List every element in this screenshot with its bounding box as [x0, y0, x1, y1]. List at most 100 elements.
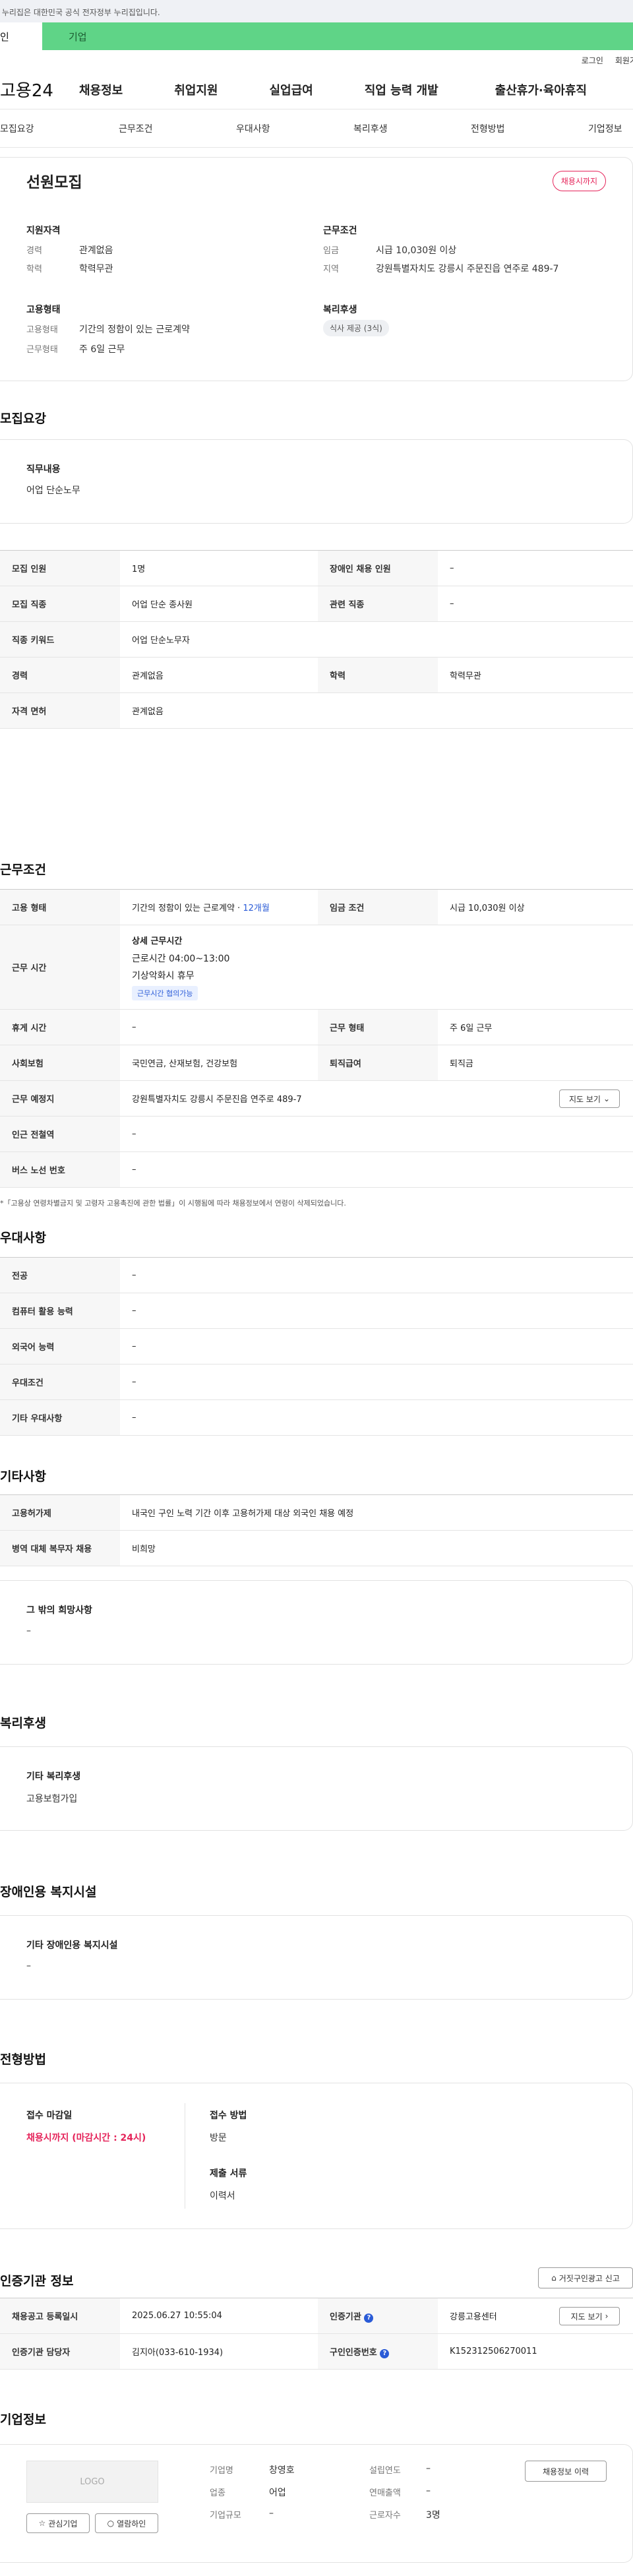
cell-header: 근무 예정지 [0, 1080, 120, 1117]
cell-value: 퇴직금 [438, 1045, 633, 1081]
chevron-down-icon: ⌄ [603, 1094, 611, 1103]
cell-header: 모집 직종 [0, 586, 120, 622]
cell-value: – [120, 1364, 633, 1400]
report-label: 거짓구인광고 신고 [558, 2273, 620, 2283]
cell-header: 인증기관 담당자 [0, 2333, 120, 2370]
emp-type-text: 기간의 정함이 있는 근로계약 · [132, 904, 243, 913]
cell-value: – [120, 1257, 633, 1293]
deadline-label: 접수 마감일 [26, 2110, 73, 2121]
history-label: 채용정보 이력 [542, 2467, 589, 2476]
welfare-title: 복리후생 [0, 1716, 46, 1731]
disabled-section: 장애인용 복지시설 기타 장애인용 복지시설 – [0, 1885, 633, 2050]
cell-value: 상세 근무시간 근로시간 04:00~13:00 기상악화시 휴무 근무시간 협… [120, 925, 633, 1010]
wish-card: 그 밖의 희망사항 – [0, 1580, 633, 1665]
view-label: 열람하인 [117, 2519, 146, 2529]
time-detail-title: 상세 근무시간 [132, 936, 183, 946]
snb-process[interactable]: 전형방법 [471, 122, 505, 135]
cell-header: 컴퓨터 활용 능력 [0, 1293, 120, 1329]
table-row: 인근 전철역 – [0, 1116, 633, 1152]
process-title: 전형방법 [0, 2052, 46, 2067]
company-card: LOGO ☆ 관심기업 ○ 열람하인 기업명 창영호 업종 어업 기업규모 – 설립… [0, 2444, 633, 2563]
cond-heading: 근무조건 [323, 226, 357, 236]
join-link[interactable]: 회원가 [615, 55, 633, 66]
snb-recruit[interactable]: 모집요강 [0, 122, 34, 135]
cell-header: 직종 키워드 [0, 621, 120, 658]
org-header: 인증기관 [330, 2312, 361, 2322]
cell-header: 인증기관 ? [318, 2298, 438, 2334]
cell-header: 임금 조건 [318, 889, 438, 925]
cell-header: 병역 대체 복무자 채용 [0, 1530, 120, 1566]
cell-value: – [120, 1399, 633, 1436]
method-value: 방문 [210, 2133, 227, 2143]
info-icon[interactable]: ? [364, 2313, 374, 2323]
industry-value: 어업 [269, 2488, 286, 2498]
docs-label: 제출 서류 [210, 2168, 247, 2179]
tab-individual[interactable]: 인 [0, 22, 42, 50]
status-badge: 채용시까지 [552, 171, 606, 191]
gov-notice: 이 누리집은 대한민국 공식 전자정부 누리집입니다. [0, 0, 633, 22]
cell-header: 관련 직종 [318, 586, 438, 622]
cell-value: 1명 [120, 550, 318, 586]
tab-company[interactable]: 기업 [42, 22, 121, 50]
agency-title: 인증기관 정보 [0, 2274, 74, 2288]
emp-heading: 고용형태 [26, 305, 61, 315]
welfare-card: 기타 복리후생 고용보험가입 [0, 1746, 633, 1831]
agency-section: 인증기관 정보 ⌂ 거짓구인광고 신고 채용공고 등록일시 2025.06.27 1… [0, 2261, 633, 2410]
history-button[interactable]: 채용정보 이력 [525, 2461, 607, 2482]
company-logo: LOGO [26, 2461, 158, 2503]
welfare-value: 고용보험가입 [26, 1794, 78, 1804]
gnb-menu-jobs[interactable]: 채용정보 [79, 81, 123, 98]
table-row: 경력 관계없음 학력 학력무관 [0, 657, 633, 693]
welfare-label: 기타 복리후생 [26, 1771, 81, 1782]
gnb-menu-leave[interactable]: 출산휴가·육아휴직 [495, 81, 587, 98]
cell-header: 근무 시간 [0, 925, 120, 1010]
cell-header: 기타 우대사항 [0, 1399, 120, 1436]
site-logo[interactable]: 고용24 [0, 77, 79, 102]
report-fake-ad-button[interactable]: ⌂ 거짓구인광고 신고 [538, 2267, 633, 2288]
login-link[interactable]: 로그인 [582, 55, 603, 66]
cell-value: 시급 10,030원 이상 [438, 889, 633, 925]
fav-label: 관심기업 [48, 2519, 78, 2529]
no-header: 구인인증번호 [330, 2347, 377, 2358]
map-button[interactable]: 지도 보기 ⌄ [559, 1089, 620, 1108]
worktype-label: 근무형태 [26, 345, 58, 355]
company-section: 기업정보 LOGO ☆ 관심기업 ○ 열람하인 기업명 창영호 업종 어업 기업규모… [0, 2410, 633, 2576]
star-icon: ☆ [38, 2519, 46, 2528]
cell-header: 외국어 능력 [0, 1328, 120, 1365]
gnb-menu-unemployment[interactable]: 실업급여 [270, 81, 313, 98]
edu-value: 학력무관 [79, 264, 113, 274]
place-value: 강원특별자치도 강릉시 주문진읍 연주로 489-7 [132, 1095, 302, 1105]
view-company-button[interactable]: ○ 열람하인 [95, 2513, 158, 2533]
cell-value: 2025.06.27 10:55:04 [120, 2298, 318, 2334]
disabled-card: 기타 장애인용 복지시설 – [0, 1915, 633, 2000]
recruit-section: 모집요강 직무내용 어업 단순노무 모집 인원 1명 장애인 채용 인원 – 모집 직… [0, 381, 633, 836]
favorite-company-button[interactable]: ☆ 관심기업 [26, 2513, 90, 2533]
emp-count-value: 3명 [426, 2510, 440, 2521]
company-title: 기업정보 [0, 2412, 46, 2427]
snb-welfare[interactable]: 복리후생 [353, 122, 388, 135]
snb-work[interactable]: 근무조건 [119, 122, 153, 135]
cell-value: 어업 단순 종사원 [120, 586, 318, 622]
cell-value: 기간의 정함이 있는 근로계약 · 12개월 [120, 889, 318, 925]
snb-pref[interactable]: 우대사항 [236, 122, 270, 135]
cell-header: 자격 면허 [0, 692, 120, 729]
pref-title: 우대사항 [0, 1231, 46, 1245]
table-row: 고용허가제 내국인 구인 노력 기간 이후 고용허가제 대상 외국인 채용 예정 [0, 1494, 633, 1531]
est-label: 설립연도 [369, 2466, 401, 2476]
agency-map-button[interactable]: 지도 보기 › [559, 2307, 620, 2325]
cell-header: 전공 [0, 1257, 120, 1293]
cell-header: 인근 전철역 [0, 1116, 120, 1152]
cell-header: 근무 형태 [318, 1009, 438, 1045]
sales-value: – [426, 2486, 431, 2496]
region-label: 지역 [323, 264, 339, 274]
cell-header: 경력 [0, 657, 120, 693]
gnb-menu-employment[interactable]: 취업지원 [174, 81, 218, 98]
cell-value: – [120, 1151, 633, 1188]
table-row: 자격 면허 관계없음 [0, 692, 633, 729]
info-icon[interactable]: ? [380, 2348, 390, 2358]
table-row: 버스 노선 번호 – [0, 1151, 633, 1188]
table-row: 기타 우대사항 – [0, 1399, 633, 1436]
disabled-value: – [26, 1961, 31, 1971]
gnb-menu-training[interactable]: 직업 능력 개발 [365, 81, 438, 98]
snb-company[interactable]: 기업정보 [588, 122, 622, 135]
